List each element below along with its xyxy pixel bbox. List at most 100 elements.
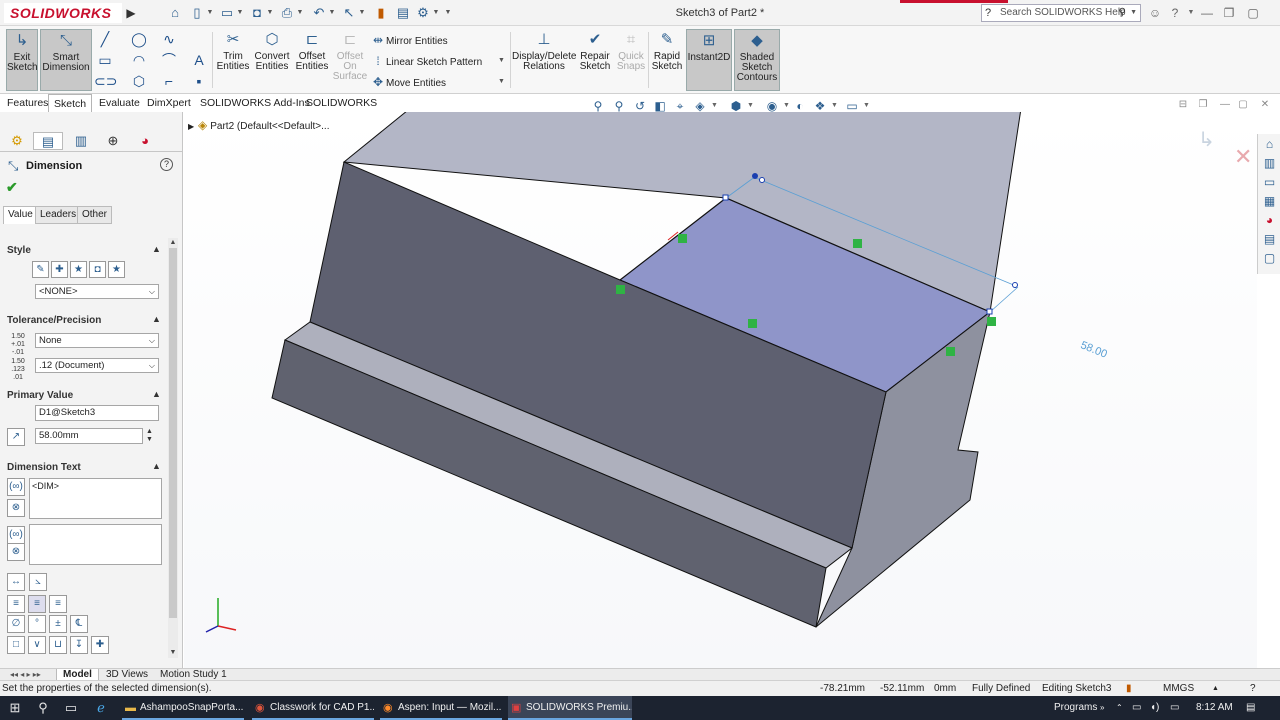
text-position-icon[interactable]: ↔ xyxy=(7,573,25,591)
dimxpert-manager-tab-icon[interactable]: ⊕ xyxy=(98,132,128,150)
exit-sketch-corner-icon[interactable]: ↳ xyxy=(1198,127,1215,151)
feature-tree-flyout[interactable]: ▶ ◈ Part2 (Default<<Default>... xyxy=(188,118,329,132)
trim-entities-button[interactable]: ✂ Trim Entities xyxy=(214,29,252,91)
open-folder-icon[interactable]: ▭ xyxy=(216,3,238,23)
edge-browser-icon[interactable]: ℯ xyxy=(92,699,110,717)
clock[interactable]: 8:12 AM xyxy=(1196,696,1233,720)
rapid-sketch-button[interactable]: ✎ Rapid Sketch xyxy=(650,29,684,91)
degree-symbol-icon[interactable]: ° xyxy=(28,615,46,633)
print-dropdown-icon[interactable]: ▼ xyxy=(296,3,304,23)
notifications-icon[interactable]: ▤ xyxy=(1246,696,1255,720)
inspection-dimension-icon[interactable]: (∞) xyxy=(7,526,25,544)
rebuild-status-icon[interactable]: ▮ xyxy=(1126,681,1132,697)
centerline-symbol-icon[interactable]: ℄ xyxy=(70,615,88,633)
apply-default-style-icon[interactable]: ✎ xyxy=(32,261,49,278)
volume-icon[interactable]: ◖) xyxy=(1150,696,1159,720)
minimize-icon[interactable]: — xyxy=(1198,4,1216,22)
sketch-point[interactable] xyxy=(986,308,993,315)
center-dimension-icon[interactable]: ⊗ xyxy=(7,499,25,517)
expand-caret-icon[interactable]: ▶ xyxy=(188,122,198,131)
appearances-icon[interactable]: ◕ xyxy=(1261,212,1278,229)
shaded-sketch-contours-button[interactable]: ◆ Shaded Sketch Contours xyxy=(734,29,780,91)
justify-right-icon[interactable]: ≡ xyxy=(49,595,67,613)
reverse-direction-icon[interactable]: ↗ xyxy=(7,428,25,446)
graphics-area[interactable]: ✕ ↳ ▶ ◈ Part2 (Default<<Default>... 58.00 xyxy=(184,112,1257,668)
arc-icon[interactable]: ◠ xyxy=(128,51,150,69)
undo-dropdown-icon[interactable]: ▼ xyxy=(328,3,336,23)
repair-sketch-button[interactable]: ✔ Repair Sketch xyxy=(578,29,612,91)
new-document-icon[interactable]: ▯ xyxy=(186,3,208,23)
leader-style-icon[interactable]: ⦣ xyxy=(29,573,47,591)
tab-mbd[interactable]: SOLIDWORKS MBD xyxy=(301,94,400,127)
ok-checkmark-icon[interactable]: ✔ xyxy=(6,179,18,196)
home-icon[interactable]: ⌂ xyxy=(164,3,186,23)
exit-sketch-button[interactable]: ↳ Exit Sketch xyxy=(6,29,38,91)
windows-start-icon[interactable]: ⊞ xyxy=(6,699,24,717)
save-dropdown-icon[interactable]: ▼ xyxy=(266,3,274,23)
taskbar-app-ashampoo[interactable]: ▬ AshampooSnapPorta... xyxy=(122,696,244,720)
tab-features[interactable]: Features xyxy=(2,94,53,112)
user-icon[interactable]: ☺ xyxy=(1146,4,1164,22)
square-symbol-icon[interactable]: □ xyxy=(7,636,25,654)
text-icon[interactable]: A xyxy=(188,51,210,69)
rebuild-icon[interactable]: ▮ xyxy=(370,3,392,23)
tab-sketch[interactable]: Sketch xyxy=(48,94,93,112)
status-units[interactable]: MMGS xyxy=(1163,681,1194,697)
unit-precision-select[interactable]: .12 (Document) ⌵ xyxy=(35,358,159,373)
open-dropdown-icon[interactable]: ▼ xyxy=(236,3,244,23)
display-delete-relations-button[interactable]: ⊥ Display/Delete Relations xyxy=(512,29,576,91)
doc-maximize-icon[interactable]: ▢ xyxy=(1236,98,1250,112)
forum-icon[interactable]: ▢ xyxy=(1261,250,1278,267)
task-view-icon[interactable]: ▭ xyxy=(62,699,80,717)
plus-minus-symbol-icon[interactable]: ± xyxy=(49,615,67,633)
dimension-text-lower[interactable] xyxy=(29,524,162,565)
update-style-icon[interactable]: ★ xyxy=(70,261,87,278)
tolerance-type-select[interactable]: None ⌵ xyxy=(35,333,159,348)
offset-entities-button[interactable]: ⊏ Offset Entities xyxy=(294,29,330,91)
collapse-caret-icon[interactable]: ▲ xyxy=(152,461,161,471)
maximize-icon[interactable]: ▢ xyxy=(1244,4,1262,22)
smart-dimension-button[interactable]: ⤡ Smart Dimension xyxy=(40,29,92,91)
file-explorer-icon[interactable]: ▭ xyxy=(1261,174,1278,191)
point-icon[interactable]: ▪ xyxy=(188,72,210,90)
vertical-relation-icon[interactable] xyxy=(946,347,955,356)
search-icon[interactable]: ⚲ xyxy=(1119,5,1126,21)
units-dropdown-icon[interactable]: ▲ xyxy=(1212,681,1219,697)
doc-restore-icon[interactable]: ❐ xyxy=(1196,98,1210,112)
search-box[interactable]: ? Search SOLIDWORKS Help ⚲ ▼ xyxy=(981,4,1141,22)
view-palette-icon[interactable]: ▦ xyxy=(1261,193,1278,210)
dimension-text-section-header[interactable]: Dimension Text xyxy=(7,462,81,473)
menu-expand-arrow-icon[interactable]: ▶ xyxy=(124,3,138,23)
scrollbar-thumb[interactable] xyxy=(169,248,177,618)
convert-entities-button[interactable]: ⬡ Convert Entities xyxy=(254,29,290,91)
tolerance-section-header[interactable]: Tolerance/Precision xyxy=(7,315,101,326)
add-parentheses-icon[interactable]: (∞) xyxy=(7,478,25,496)
display-manager-tab-icon[interactable]: ◕ xyxy=(130,132,160,150)
feature-manager-tab-icon[interactable]: ⚙ xyxy=(2,132,32,150)
search-icon[interactable]: ⚲ xyxy=(34,699,52,717)
solidworks-logo[interactable]: SOLIDWORKS xyxy=(4,3,122,23)
cancel-corner-icon[interactable]: ✕ xyxy=(1234,145,1252,170)
save-style-icon[interactable]: ◘ xyxy=(89,261,106,278)
part-name[interactable]: Part2 (Default<<Default>... xyxy=(210,121,329,132)
subtab-leaders[interactable]: Leaders xyxy=(35,206,82,224)
select-dropdown-icon[interactable]: ▼ xyxy=(358,3,366,23)
file-properties-icon[interactable]: ▤ xyxy=(392,3,414,23)
vertical-relation-icon[interactable] xyxy=(678,234,687,243)
search-input[interactable]: Search SOLIDWORKS Help xyxy=(1000,7,1126,18)
subtab-value[interactable]: Value xyxy=(3,206,38,224)
line-icon[interactable]: ╱ xyxy=(94,30,116,48)
custom-properties-icon[interactable]: ▤ xyxy=(1261,231,1278,248)
taskbar-app-chrome[interactable]: ◉ Classwork for CAD P1... xyxy=(252,696,374,720)
add-style-icon[interactable]: ✚ xyxy=(51,261,68,278)
sketch-fillet-icon[interactable]: ⌒ xyxy=(158,51,180,69)
tab-addins[interactable]: SOLIDWORKS Add-Ins xyxy=(195,94,315,112)
select-arrow-icon[interactable]: ↖ xyxy=(338,3,360,23)
customize-dropdown-icon[interactable]: ▼ xyxy=(444,3,452,23)
tab-dimxpert[interactable]: DimXpert xyxy=(142,94,196,112)
dimension-text-upper[interactable]: <DIM> xyxy=(29,478,162,519)
scroll-up-icon[interactable]: ▲ xyxy=(168,238,178,248)
search-dropdown-icon[interactable]: ▼ xyxy=(1130,5,1137,21)
depth-symbol-icon[interactable]: ↧ xyxy=(70,636,88,654)
coincident-relation-icon[interactable] xyxy=(987,317,996,326)
